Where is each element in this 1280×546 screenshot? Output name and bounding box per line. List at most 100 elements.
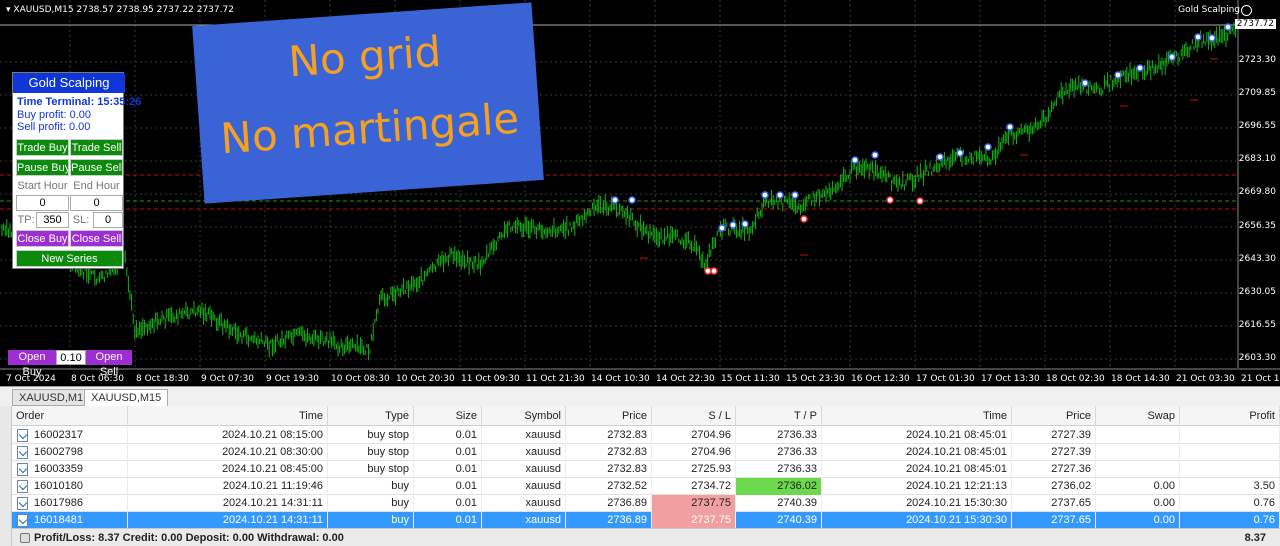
terminal-side-strip (0, 406, 12, 546)
cell-price2: 2727.39 (1012, 444, 1096, 461)
column-header-swap[interactable]: Swap (1096, 406, 1180, 426)
cell-time: 2024.10.21 08:15:00 (128, 427, 328, 444)
sl-input[interactable]: 0 (93, 212, 123, 228)
cell-tp: 2736.33 (736, 427, 822, 444)
time-tick-label: 17 Oct 13:30 (981, 374, 1040, 384)
start-hour-label: Start Hour (17, 180, 68, 192)
order-icon (17, 463, 28, 476)
start-hour-input[interactable]: 0 (16, 195, 69, 211)
cell-order: 16017986 (30, 495, 128, 512)
cell-order: 16002798 (30, 444, 128, 461)
time-tick-label: 18 Oct 14:30 (1111, 374, 1170, 384)
open-buy-button[interactable]: Open Buy (8, 350, 56, 378)
buy-marker (851, 156, 859, 164)
summary-total: 8.37 (1244, 532, 1266, 544)
summary-icon (20, 533, 30, 543)
buy-marker (1114, 71, 1122, 79)
time-tick-label: 16 Oct 12:30 (851, 374, 910, 384)
cell-price2: 2736.02 (1012, 478, 1096, 495)
new-series-button[interactable]: New Series (16, 250, 123, 267)
cell-price: 2732.83 (566, 444, 652, 461)
cell-sl: 2725.93 (652, 461, 736, 478)
cell-time2: 2024.10.21 08:45:01 (822, 444, 1012, 461)
cell-time: 2024.10.21 11:19:46 (128, 478, 328, 495)
cell-order: 16002317 (30, 427, 128, 444)
table-row[interactable]: 16003359 2024.10.21 08:45:00 buy stop 0.01 x… (12, 461, 1280, 478)
cell-profit: 0.76 (1180, 512, 1280, 529)
tab-xauusd-m15[interactable]: XAUUSD,M15 (84, 389, 169, 406)
column-header-size[interactable]: Size (414, 406, 482, 426)
close-sell-button[interactable]: Close Sell (70, 230, 123, 247)
ea-panel-title: Gold Scalping (13, 73, 125, 93)
promo-banner: No grid No martingale (192, 2, 544, 204)
cell-price: 2732.83 (566, 427, 652, 444)
cell-price2: 2737.65 (1012, 495, 1096, 512)
cell-size: 0.01 (414, 444, 482, 461)
column-header-time2[interactable]: Time (822, 406, 1012, 426)
cell-time: 2024.10.21 14:31:11 (128, 512, 328, 529)
cell-swap (1096, 427, 1180, 444)
trade-buy-button[interactable]: Trade Buy (16, 139, 69, 156)
buy-marker (729, 221, 737, 229)
column-header-sl[interactable]: S / L (652, 406, 736, 426)
price-tick-label: 2616.55 (1238, 319, 1276, 330)
column-header-profit[interactable]: Profit (1180, 406, 1280, 426)
time-tick-label: 11 Oct 21:30 (526, 374, 585, 384)
column-header-symbol[interactable]: Symbol (482, 406, 566, 426)
table-row[interactable]: 16002317 2024.10.21 08:15:00 buy stop 0.01 x… (12, 427, 1280, 444)
open-sell-button[interactable]: Open Sell (86, 350, 132, 378)
cell-swap: 0.00 (1096, 478, 1180, 495)
cell-profit (1180, 444, 1280, 461)
buy-marker (1136, 64, 1144, 72)
column-header-time[interactable]: Time (128, 406, 328, 426)
price-chart[interactable]: ▾ XAUUSD,M15 2738.57 2738.95 2737.22 273… (0, 0, 1280, 386)
time-tick-label: 15 Oct 23:30 (786, 374, 845, 384)
price-tick-label: 2696.55 (1238, 121, 1276, 132)
cell-time2: 2024.10.21 08:45:01 (822, 427, 1012, 444)
tab-xauusd-m1[interactable]: XAUUSD,M1 (12, 389, 91, 406)
buy-marker (1081, 79, 1089, 87)
column-header-type[interactable]: Type (328, 406, 414, 426)
buy-marker (741, 220, 749, 228)
trade-sell-button[interactable]: Trade Sell (70, 139, 123, 156)
buy-marker (956, 149, 964, 157)
symbol-info: ▾ XAUUSD,M15 2738.57 2738.95 2737.22 273… (6, 5, 234, 15)
table-row[interactable]: 16018481 2024.10.21 14:31:11 buy 0.01 xauusd… (12, 512, 1280, 529)
price-tick-label: 2603.30 (1238, 352, 1276, 363)
cell-type: buy stop (328, 427, 414, 444)
cell-symbol: xauusd (482, 512, 566, 529)
tp-input[interactable]: 350 (36, 212, 69, 228)
cell-time2: 2024.10.21 15:30:30 (822, 512, 1012, 529)
column-header-order[interactable]: Order (12, 406, 128, 426)
pause-buy-button[interactable]: Pause Buy (16, 159, 69, 176)
table-row[interactable]: 16002798 2024.10.21 08:30:00 buy stop 0.01 x… (12, 444, 1280, 461)
column-header-price[interactable]: Price (566, 406, 652, 426)
time-tick-label: 9 Oct 19:30 (266, 374, 319, 384)
time-tick-label: 8 Oct 18:30 (136, 374, 189, 384)
column-header-price2[interactable]: Price (1012, 406, 1096, 426)
candlestick-canvas (0, 0, 1280, 370)
tp-label: TP: (17, 214, 35, 226)
order-icon (17, 514, 28, 527)
buy-marker (791, 191, 799, 199)
cell-size: 0.01 (414, 495, 482, 512)
cell-type: buy (328, 512, 414, 529)
chart-dropdown-icon[interactable]: ▾ (6, 5, 11, 15)
cell-sl: 2704.96 (652, 427, 736, 444)
buy-marker (936, 153, 944, 161)
price-tick-label: 2723.30 (1238, 55, 1276, 65)
cell-tp: 2740.39 (736, 495, 822, 512)
lot-size-input[interactable]: 0.10 (56, 350, 86, 365)
cell-size: 0.01 (414, 478, 482, 495)
cell-profit (1180, 427, 1280, 444)
end-hour-input[interactable]: 0 (70, 195, 123, 211)
table-row[interactable]: 16010180 2024.10.21 11:19:46 buy 0.01 xauusd… (12, 478, 1280, 495)
close-buy-button[interactable]: Close Buy (16, 230, 69, 247)
table-row[interactable]: 16017986 2024.10.21 14:31:11 buy 0.01 xauusd… (12, 495, 1280, 512)
sell-marker (886, 196, 894, 204)
column-header-tp[interactable]: T / P (736, 406, 822, 426)
buy-marker (984, 143, 992, 151)
cell-tp: 2736.33 (736, 444, 822, 461)
cell-symbol: xauusd (482, 478, 566, 495)
pause-sell-button[interactable]: Pause Sell (70, 159, 123, 176)
